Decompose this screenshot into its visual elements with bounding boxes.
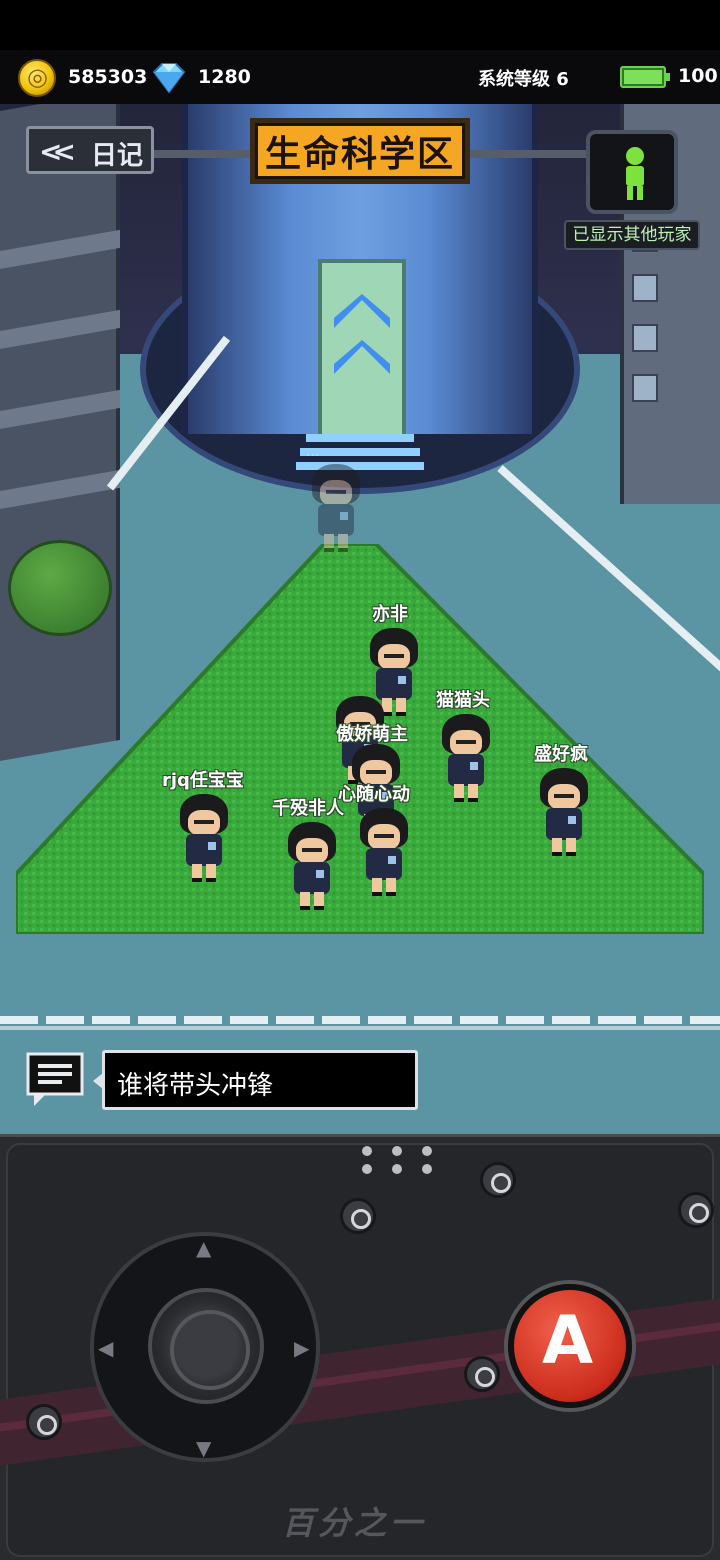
double-chevron-left-icon: <<	[39, 135, 76, 168]
chat-message: 谁将带头冲锋	[117, 1071, 274, 1101]
sign-bar	[466, 150, 588, 158]
screw-icon	[26, 1404, 62, 1440]
screw-icon	[340, 1198, 376, 1234]
speaker-dot	[392, 1164, 402, 1174]
player-character[interactable]	[436, 714, 496, 804]
arrow-up-icon: ▲	[196, 1236, 212, 1260]
player-name: 傲娇萌主	[336, 724, 408, 745]
chat-message-box[interactable]: 谁将带头冲锋	[93, 1050, 418, 1110]
diamond-icon	[152, 63, 186, 94]
area-title: 生命科学区	[264, 134, 455, 175]
sign-bar	[150, 150, 254, 158]
back-button-label: 日记	[91, 141, 144, 171]
speaker-dot	[362, 1146, 372, 1156]
joystick-knob[interactable]	[148, 1288, 264, 1404]
area-title-plate: 生命科学区	[250, 118, 470, 184]
arrow-right-icon: ▶	[294, 1336, 310, 1360]
brand-logo: 百分之一	[282, 1504, 427, 1542]
a-button[interactable]: A	[508, 1284, 632, 1408]
player-name: 千殁非人	[272, 798, 344, 819]
game-screen: 585303 1280 系统等级 6 100	[0, 0, 720, 1560]
arrow-down-icon: ▼	[196, 1436, 212, 1460]
system-level: 系统等级 6	[478, 69, 569, 90]
bush	[8, 540, 112, 636]
road-line	[0, 1026, 720, 1030]
status-bar	[0, 0, 720, 50]
player-name: rjq任宝宝	[162, 770, 244, 791]
arrow-left-icon: ◀	[98, 1336, 114, 1360]
chevron-up-icon	[334, 294, 390, 328]
speaker-dot	[422, 1146, 432, 1156]
ghost-player-name: ...	[306, 444, 320, 460]
road-dash-line	[0, 1016, 720, 1024]
screw-icon	[480, 1162, 516, 1198]
speaker-dot	[362, 1164, 372, 1174]
gem-count: 1280	[198, 66, 251, 88]
player-character[interactable]	[282, 822, 342, 912]
coin-count: 585303	[68, 66, 148, 88]
game-scene[interactable]: ... 亦非 猫猫头 傲娇萌主 盛好疯 rjq任宝宝 心随心动 千殁非人	[0, 104, 720, 1134]
chat-icon[interactable]	[26, 1052, 84, 1108]
screw-icon	[464, 1356, 500, 1392]
back-button[interactable]: << 日记	[26, 126, 154, 174]
gold-coin-icon	[18, 59, 56, 97]
player-character[interactable]	[534, 768, 594, 858]
show-players-toggle[interactable]	[586, 130, 678, 214]
energy-count: 100	[678, 65, 718, 87]
player-character[interactable]	[174, 794, 234, 884]
battery-icon	[620, 66, 670, 88]
speaker-dot	[392, 1146, 402, 1156]
chevron-up-icon	[334, 340, 390, 374]
ghost-player-character	[306, 464, 366, 554]
player-name: 盛好疯	[534, 744, 588, 765]
a-button-label: A	[542, 1302, 594, 1379]
player-name: 亦非	[372, 604, 408, 625]
player-character[interactable]	[354, 808, 414, 898]
screw-icon	[678, 1192, 714, 1228]
show-players-label: 已显示其他玩家	[564, 220, 700, 250]
top-hud: 585303 1280 系统等级 6 100	[0, 50, 720, 104]
player-silhouette-icon	[626, 147, 644, 200]
player-name: 心随心动	[338, 784, 410, 805]
speaker-dot	[422, 1164, 432, 1174]
player-name: 猫猫头	[436, 690, 490, 711]
